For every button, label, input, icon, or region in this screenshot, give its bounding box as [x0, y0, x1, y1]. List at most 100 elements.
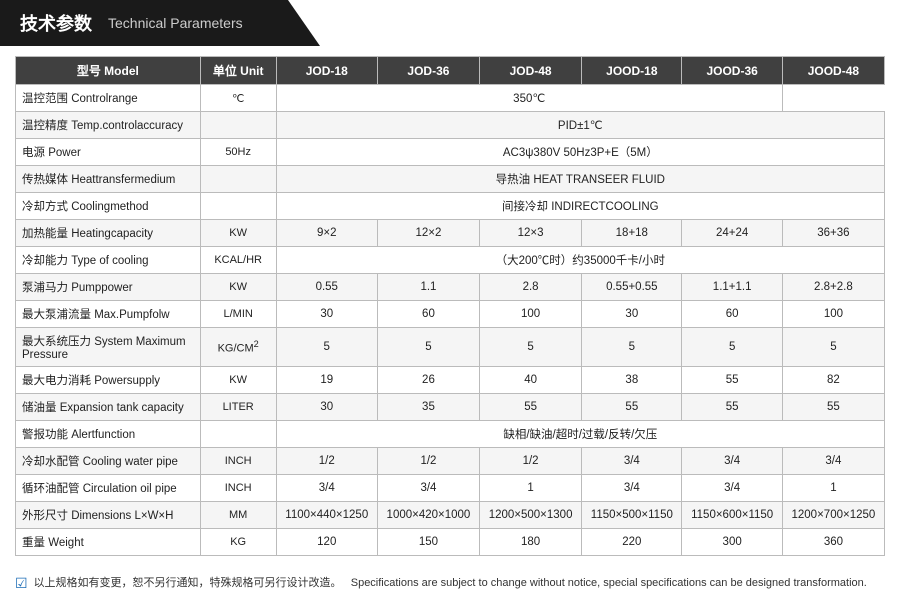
- row-value: 40: [480, 367, 582, 394]
- row-value: 150: [377, 529, 479, 556]
- col-jod36: JOD-36: [377, 57, 479, 85]
- row-value: 1150×500×1150: [582, 502, 682, 529]
- row-unit: [200, 166, 276, 193]
- col-jood48: JOOD-48: [782, 57, 884, 85]
- row-value: 1/2: [276, 448, 377, 475]
- row-unit: KG: [200, 529, 276, 556]
- row-unit: [200, 193, 276, 220]
- row-value: 19: [276, 367, 377, 394]
- row-value: 3/4: [582, 448, 682, 475]
- col-jod18: JOD-18: [276, 57, 377, 85]
- table-row: 冷却能力 Type of coolingKCAL/HR（大200℃时）约3500…: [16, 247, 885, 274]
- row-unit: INCH: [200, 475, 276, 502]
- row-value: 360: [782, 529, 884, 556]
- row-value: 1: [480, 475, 582, 502]
- row-value-span: 间接冷却 INDIRECTCOOLING: [276, 193, 884, 220]
- row-value: 180: [480, 529, 582, 556]
- row-value: 60: [377, 301, 479, 328]
- row-label: 最大电力消耗 Powersupply: [16, 367, 201, 394]
- row-value: 35: [377, 394, 479, 421]
- row-value: 1200×500×1300: [480, 502, 582, 529]
- table-row: 加热能量 HeatingcapacityKW9×212×212×318+1824…: [16, 220, 885, 247]
- row-unit: LITER: [200, 394, 276, 421]
- row-value: 55: [582, 394, 682, 421]
- table-row: 储油量 Expansion tank capacityLITER30355555…: [16, 394, 885, 421]
- row-value: 55: [480, 394, 582, 421]
- row-value: 18+18: [582, 220, 682, 247]
- row-value: 2.8+2.8: [782, 274, 884, 301]
- table-row: 电源 Power50HzAC3ψ380V 50Hz3P+E（5M）: [16, 139, 885, 166]
- row-value: 9×2: [276, 220, 377, 247]
- row-unit: KW: [200, 220, 276, 247]
- table-row: 重量 WeightKG120150180220300360: [16, 529, 885, 556]
- title-en: Technical Parameters: [108, 15, 243, 31]
- row-value: 1/2: [377, 448, 479, 475]
- row-value-span: 350℃: [276, 85, 782, 112]
- row-value: 5: [377, 328, 479, 367]
- row-value: 1150×600×1150: [682, 502, 782, 529]
- row-label: 温控范围 Controlrange: [16, 85, 201, 112]
- row-value: 5: [682, 328, 782, 367]
- row-value: 30: [582, 301, 682, 328]
- row-value: 12×2: [377, 220, 479, 247]
- row-label: 储油量 Expansion tank capacity: [16, 394, 201, 421]
- row-value: 2.8: [480, 274, 582, 301]
- row-label: 最大系统压力 System Maximum Pressure: [16, 328, 201, 367]
- row-unit: ℃: [200, 85, 276, 112]
- row-value: 1200×700×1250: [782, 502, 884, 529]
- row-label: 循环油配管 Circulation oil pipe: [16, 475, 201, 502]
- title-cn: 技术参数: [20, 10, 92, 36]
- row-value-span: 缺相/缺油/超时/过载/反转/欠压: [276, 421, 884, 448]
- row-value: 0.55+0.55: [582, 274, 682, 301]
- row-value: 0.55: [276, 274, 377, 301]
- row-value-span: 导热油 HEAT TRANSEER FLUID: [276, 166, 884, 193]
- row-value: 3/4: [276, 475, 377, 502]
- row-unit: KCAL/HR: [200, 247, 276, 274]
- tech-params-table: 型号 Model 单位 Unit JOD-18 JOD-36 JOD-48 JO…: [15, 56, 885, 556]
- row-label: 加热能量 Heatingcapacity: [16, 220, 201, 247]
- row-value: 30: [276, 394, 377, 421]
- row-label: 最大泵浦流量 Max.Pumpfolw: [16, 301, 201, 328]
- row-value: 12×3: [480, 220, 582, 247]
- row-unit: L/MIN: [200, 301, 276, 328]
- row-unit: MM: [200, 502, 276, 529]
- row-value: 300: [682, 529, 782, 556]
- row-value-span: AC3ψ380V 50Hz3P+E（5M）: [276, 139, 884, 166]
- row-unit: KW: [200, 274, 276, 301]
- row-value: 1000×420×1000: [377, 502, 479, 529]
- row-label: 冷却能力 Type of cooling: [16, 247, 201, 274]
- row-value: 1: [782, 475, 884, 502]
- row-label: 冷却方式 Coolingmethod: [16, 193, 201, 220]
- row-unit: INCH: [200, 448, 276, 475]
- row-value: 5: [480, 328, 582, 367]
- row-label: 泵浦马力 Pumppower: [16, 274, 201, 301]
- row-value: 3/4: [377, 475, 479, 502]
- row-value: 36+36: [782, 220, 884, 247]
- row-value: 24+24: [682, 220, 782, 247]
- row-value: 55: [682, 394, 782, 421]
- row-label: 警报功能 Alertfunction: [16, 421, 201, 448]
- row-label: 外形尺寸 Dimensions L×W×H: [16, 502, 201, 529]
- table-row: 外形尺寸 Dimensions L×W×HMM1100×440×12501000…: [16, 502, 885, 529]
- table-row: 传热媒体 Heattransfermedium 导热油 HEAT TRANSEER…: [16, 166, 885, 193]
- row-value: 100: [782, 301, 884, 328]
- table-row: 冷却方式 Coolingmethod 间接冷却 INDIRECTCOOLING: [16, 193, 885, 220]
- row-value: 5: [276, 328, 377, 367]
- row-value: 1.1+1.1: [682, 274, 782, 301]
- col-jod48: JOD-48: [480, 57, 582, 85]
- row-value: 100: [480, 301, 582, 328]
- row-value: 38: [582, 367, 682, 394]
- row-label: 传热媒体 Heattransfermedium: [16, 166, 201, 193]
- row-unit: KG/CM2: [200, 328, 276, 367]
- footer-icon: ☑: [15, 575, 28, 592]
- table-row: 温控精度 Temp.controlaccuracyPID±1℃: [16, 112, 885, 139]
- row-value: 3/4: [682, 448, 782, 475]
- col-model: 型号 Model: [16, 57, 201, 85]
- row-unit: [200, 112, 276, 139]
- table-row: 最大系统压力 System Maximum PressureKG/CM25555…: [16, 328, 885, 367]
- row-value: 55: [782, 394, 884, 421]
- row-value: 220: [582, 529, 682, 556]
- col-unit: 单位 Unit: [200, 57, 276, 85]
- row-value: 55: [682, 367, 782, 394]
- row-value-span: （大200℃时）约35000千卡/小时: [276, 247, 884, 274]
